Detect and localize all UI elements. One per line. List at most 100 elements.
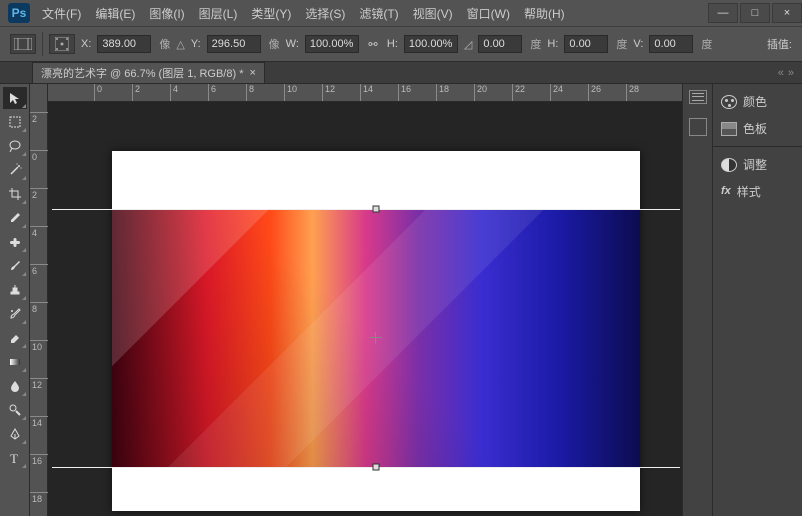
history-brush-tool-icon[interactable] [3,303,27,325]
panel-separator [713,146,802,147]
ruler-tick: 14 [30,416,48,428]
canvas-column: 0246810121416182022242628 20246810121416… [30,84,682,516]
styles-panel-button[interactable]: fx 样式 [713,178,802,205]
palette-icon [721,95,737,109]
menu-layer[interactable]: 图层(L) [193,1,244,26]
close-tab-icon[interactable]: × [249,67,255,79]
menu-window[interactable]: 窗口(W) [461,1,516,26]
ruler-horizontal[interactable]: 0246810121416182022242628 [30,84,682,102]
document-tab-title: 漂亮的艺术字 @ 66.7% (图层 1, RGB/8) * [41,65,243,81]
y-field[interactable] [207,35,261,53]
adjustments-panel-label: 调整 [743,156,767,173]
ruler-tick: 18 [436,84,449,101]
crop-tool-icon[interactable] [3,183,27,205]
transform-edge-top[interactable] [52,209,680,210]
w-field[interactable] [305,35,359,53]
menu-filter[interactable]: 滤镜(T) [353,1,404,26]
swatch-icon [721,122,737,136]
tab-right-icon[interactable]: » [788,67,794,79]
canvas-area[interactable] [48,102,682,516]
panel-menu-icon[interactable] [689,90,707,104]
menu-image[interactable]: 图像(I) [143,1,190,26]
color-panel-button[interactable]: 颜色 [713,88,802,115]
swatches-panel-button[interactable]: 色板 [713,115,802,142]
maximize-button[interactable]: □ [740,3,770,23]
ruler-tick: 8 [246,84,254,101]
lasso-tool-icon[interactable] [3,135,27,157]
skew-v-unit: 度 [701,36,712,52]
menu-bar: 文件(F) 编辑(E) 图像(I) 图层(L) 类型(Y) 选择(S) 滤镜(T… [36,1,571,26]
y-label: Y: [191,38,201,50]
angle-unit: 度 [530,36,541,52]
styles-panel-label: 样式 [737,183,761,200]
adjust-icon [721,158,737,172]
triangle-icon[interactable]: △ [176,38,184,51]
ruler-tick: 16 [398,84,411,101]
angle-field[interactable] [478,35,522,53]
brush-tool-icon[interactable] [3,255,27,277]
collapsed-panel-bar [682,84,712,516]
document-tab[interactable]: 漂亮的艺术字 @ 66.7% (图层 1, RGB/8) * × [32,62,265,83]
svg-text:T: T [10,451,18,465]
gradient-tool-icon[interactable] [3,351,27,373]
ruler-tick: 6 [30,264,48,276]
blur-tool-icon[interactable] [3,375,27,397]
transform-mode-icon[interactable] [10,34,36,54]
ruler-tick: 24 [550,84,563,101]
clone-stamp-tool-icon[interactable] [3,279,27,301]
collapsed-panel-icon[interactable] [689,118,707,136]
menu-view[interactable]: 视图(V) [407,1,459,26]
ruler-tick: 2 [30,112,48,124]
reference-point-icon[interactable] [49,34,75,54]
adjustments-panel-button[interactable]: 调整 [713,151,802,178]
color-panel-label: 颜色 [743,93,767,110]
transform-edge-bottom[interactable] [52,467,680,468]
menu-file[interactable]: 文件(F) [36,1,87,26]
transform-handle-bottom[interactable] [373,464,380,471]
pen-tool-icon[interactable] [3,423,27,445]
transform-handle-top[interactable] [373,206,380,213]
y-unit: 像 [269,36,280,52]
magic-wand-tool-icon[interactable] [3,159,27,181]
skew-h-label: H: [547,38,558,50]
ruler-tick: 14 [360,84,373,101]
tab-arrows: « » [778,67,794,79]
menu-edit[interactable]: 编辑(E) [89,1,141,26]
menu-help[interactable]: 帮助(H) [518,1,571,26]
skew-h-field[interactable] [564,35,608,53]
ruler-tick: 12 [30,378,48,390]
h-field[interactable] [404,35,458,53]
marquee-tool-icon[interactable] [3,111,27,133]
tab-left-icon[interactable]: « [778,67,784,79]
ruler-tick: 4 [170,84,178,101]
angle-icon: ◿ [464,38,472,51]
link-icon[interactable]: ⚯ [365,38,381,51]
eraser-tool-icon[interactable] [3,327,27,349]
title-bar: Ps 文件(F) 编辑(E) 图像(I) 图层(L) 类型(Y) 选择(S) 滤… [0,0,802,26]
skew-v-field[interactable] [649,35,693,53]
toolbox: T [0,84,30,516]
document-tab-bar: 漂亮的艺术字 @ 66.7% (图层 1, RGB/8) * × « » [0,62,802,84]
right-panels: 颜色 色板 调整 fx 样式 [682,84,802,516]
separator [42,32,43,56]
healing-brush-tool-icon[interactable] [3,231,27,253]
menu-select[interactable]: 选择(S) [299,1,351,26]
dodge-tool-icon[interactable] [3,399,27,421]
ruler-vertical[interactable]: 2024681012141618 [30,102,48,516]
x-field[interactable] [97,35,151,53]
move-tool-icon[interactable] [3,87,27,109]
ruler-tick: 8 [30,302,48,314]
app-logo: Ps [8,3,30,23]
eyedropper-tool-icon[interactable] [3,207,27,229]
menu-type[interactable]: 类型(Y) [245,1,297,26]
x-label: X: [81,38,91,50]
close-button[interactable]: × [772,3,802,23]
type-tool-icon[interactable]: T [3,447,27,469]
ruler-tick: 20 [474,84,487,101]
ruler-corner [30,84,48,102]
ruler-tick: 4 [30,226,48,238]
options-bar: X: 像 △ Y: 像 W: ⚯ H: ◿ 度 H: 度 V: 度 插值: [0,26,802,62]
transform-reference-point[interactable] [370,332,382,344]
canvas-document[interactable] [112,151,640,511]
minimize-button[interactable]: — [708,3,738,23]
